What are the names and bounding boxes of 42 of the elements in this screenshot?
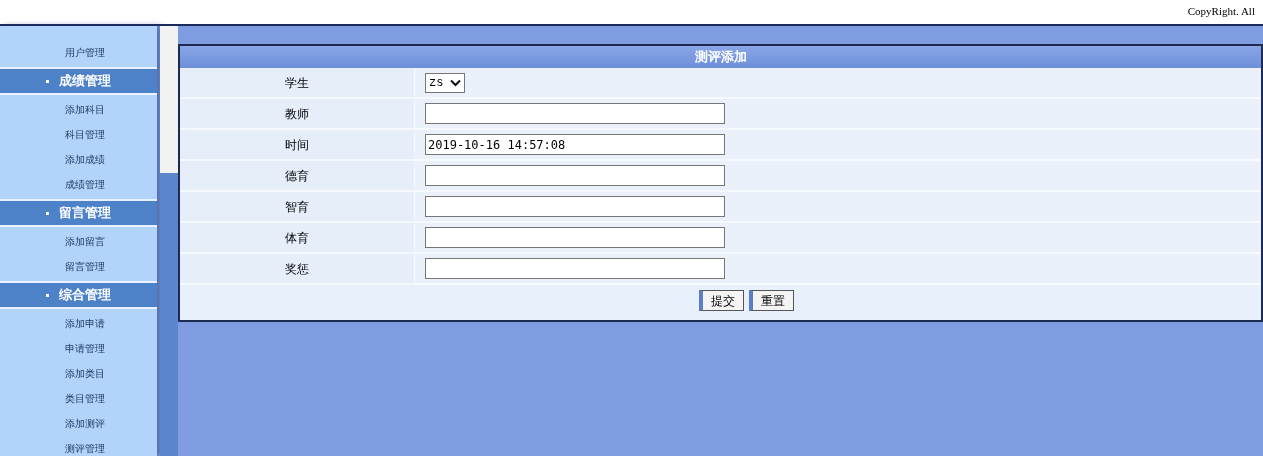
menu-link[interactable]: 测评管理 — [0, 436, 157, 456]
input-field[interactable] — [425, 165, 725, 186]
menu-link[interactable]: 添加申请 — [0, 311, 157, 336]
menu-link[interactable]: 添加测评 — [0, 411, 157, 436]
field-label: 学生 — [285, 74, 309, 92]
input-field[interactable] — [425, 103, 725, 124]
input-field[interactable] — [425, 258, 725, 279]
menu-link[interactable]: 添加类目 — [0, 361, 157, 386]
input-field[interactable] — [425, 227, 725, 248]
menu-link[interactable]: 添加科目 — [0, 97, 157, 122]
form-title: 测评添加 — [180, 46, 1261, 68]
form-button[interactable]: 重置 — [749, 290, 794, 311]
bullet-icon — [46, 293, 49, 297]
menu-group-title: 成绩管理 — [59, 72, 111, 91]
menu-group-title: 综合管理 — [59, 286, 111, 305]
menu-group-title: 留言管理 — [59, 204, 111, 223]
menu-link[interactable]: 类目管理 — [0, 386, 157, 411]
copyright-text: CopyRight. All — [1187, 4, 1255, 19]
student-select[interactable]: zs — [425, 72, 465, 93]
input-field[interactable]: 2019-10-16 14:57:08 — [425, 134, 725, 155]
input-field[interactable] — [425, 196, 725, 217]
menu-link[interactable]: 科目管理 — [0, 122, 157, 147]
field-label: 智育 — [285, 198, 309, 216]
scroll-thumb[interactable] — [160, 26, 178, 173]
field-label: 体育 — [285, 229, 309, 247]
menu-link[interactable]: 申请管理 — [0, 336, 157, 361]
menu-group-header[interactable]: 综合管理 — [0, 281, 157, 309]
menu-link[interactable]: 添加留言 — [0, 229, 157, 254]
bullet-icon — [46, 79, 49, 83]
menu-group-header[interactable]: 成绩管理 — [0, 67, 157, 95]
menu-link[interactable]: 留言管理 — [0, 254, 157, 279]
form-button[interactable]: 提交 — [699, 290, 744, 311]
chevron-down-icon — [450, 78, 461, 87]
field-label: 教师 — [285, 105, 309, 123]
field-label: 德育 — [285, 167, 309, 185]
menu-group-header[interactable]: 留言管理 — [0, 199, 157, 227]
menu-link[interactable]: 添加成绩 — [0, 147, 157, 172]
bullet-icon — [46, 211, 49, 215]
menu-link[interactable]: 用户管理 — [0, 40, 157, 65]
field-label: 奖惩 — [285, 260, 309, 278]
field-label: 时间 — [285, 136, 309, 154]
menu-link[interactable]: 成绩管理 — [0, 172, 157, 197]
